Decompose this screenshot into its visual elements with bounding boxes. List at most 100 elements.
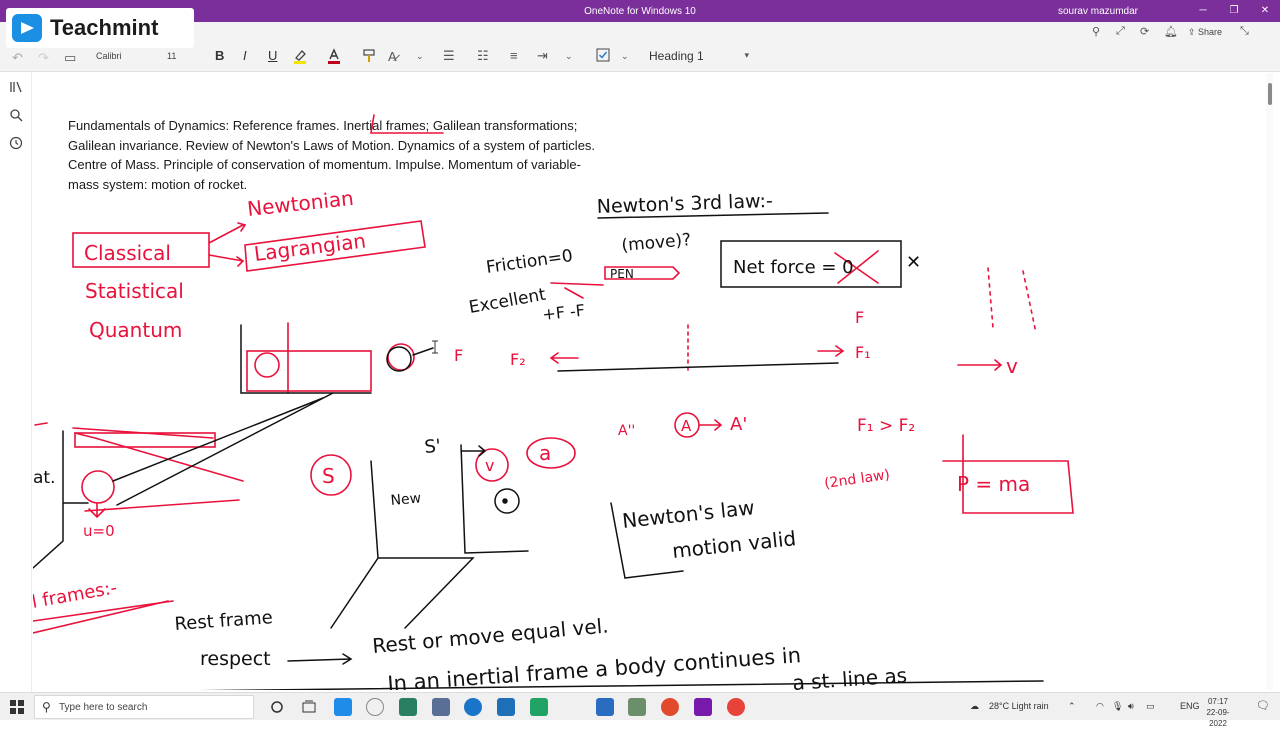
hw-newtons-3rd: Newton's 3rd law:- <box>596 190 773 218</box>
taskbar: ⚲ Type here to search ☁ 28°C Light rain … <box>0 692 1280 728</box>
numbering-icon[interactable]: ☷ <box>477 48 489 64</box>
hw-a-prime: A' <box>730 414 747 435</box>
chevron-down-icon: ▾ <box>744 50 749 60</box>
battery-icon[interactable]: ▭ <box>1146 701 1155 712</box>
clear-formatting-icon[interactable]: A̷ <box>388 49 397 64</box>
indent-icon[interactable]: ⇥ <box>537 48 548 64</box>
clipboard-icon[interactable]: ▭ <box>64 50 76 66</box>
font-name-box[interactable]: Calibri <box>96 51 122 61</box>
hw-friction: Friction=0 <box>485 246 574 278</box>
expand-icon[interactable]: ⤡ <box>1240 25 1249 38</box>
handwritten-ink-layer: Classical Newtonian Lagrangian Statistic… <box>33 114 1074 690</box>
hw-statistical: Statistical <box>85 279 184 303</box>
todo-checkbox-icon[interactable] <box>596 48 610 65</box>
hw-rest-or-move: Rest or move equal vel. <box>371 613 609 658</box>
text-cursor-icon <box>432 340 438 354</box>
hw-u0: u=0 <box>83 522 115 540</box>
volume-icon[interactable]: 🔊︎ <box>1128 701 1134 712</box>
minimize-button[interactable]: ─ <box>1190 3 1216 19</box>
hw-v-circle: v <box>485 456 494 475</box>
arrow-newtonian <box>208 222 247 244</box>
chevron-down-icon[interactable]: ⌄ <box>565 51 573 62</box>
mic-icon[interactable]: 🎙︎ <box>1112 701 1123 712</box>
style-dropdown[interactable]: Heading 1 ▾ <box>643 46 753 66</box>
scrollbar-thumb[interactable] <box>1268 83 1272 105</box>
search-icon[interactable]: ⚲ <box>1092 25 1100 38</box>
onenote-icon[interactable] <box>694 698 712 716</box>
underline-button[interactable]: U <box>268 48 277 63</box>
bell-icon[interactable]: 🔔︎ <box>1164 25 1178 38</box>
restore-button[interactable]: ❐ <box>1221 3 1247 19</box>
app-icon[interactable] <box>497 698 515 716</box>
font-color-icon[interactable] <box>327 48 341 67</box>
chrome-icon[interactable] <box>661 698 679 716</box>
font-size-box[interactable]: 11 <box>167 51 176 61</box>
bold-button[interactable]: B <box>215 48 224 63</box>
sketch-rect <box>74 432 216 448</box>
hw-f-top: F <box>855 308 864 327</box>
hw-newtonian: Newtonian <box>246 186 355 221</box>
note-page[interactable]: Fundamentals of Dynamics: Reference fram… <box>33 73 1273 690</box>
app-icon[interactable] <box>530 698 548 716</box>
hw-new: New <box>390 490 422 509</box>
hw-excellent: Excellent <box>467 285 547 318</box>
weather-icon[interactable]: ☁ <box>970 701 979 712</box>
task-view-icon[interactable] <box>302 700 316 714</box>
clock[interactable]: 07:17 22-09-2022 <box>1198 696 1238 729</box>
wifi-icon[interactable]: ◠ <box>1096 701 1104 712</box>
clock-date: 22-09-2022 <box>1206 708 1230 728</box>
bullets-icon[interactable]: ☰ <box>443 48 455 64</box>
share-button[interactable]: ⇪ Share <box>1188 27 1222 38</box>
undo-icon[interactable]: ↶ <box>12 50 23 66</box>
highlighter-icon[interactable] <box>293 48 307 67</box>
hw-pen: PEN <box>610 267 634 281</box>
recent-icon[interactable] <box>9 136 23 150</box>
mail-icon[interactable] <box>596 698 614 716</box>
cortana-icon[interactable] <box>270 700 284 714</box>
app-icon[interactable] <box>334 698 352 716</box>
hw-lagrangian: Lagrangian <box>253 228 368 266</box>
notifications-icon[interactable]: 🗨︎ <box>1256 699 1270 712</box>
vertical-scrollbar[interactable] <box>1266 73 1273 690</box>
app-icon[interactable] <box>399 698 417 716</box>
redo-icon[interactable]: ↷ <box>38 50 49 66</box>
chevron-up-icon[interactable]: ⌃ <box>1068 701 1076 712</box>
sync-icon[interactable]: ⟳ <box>1140 25 1149 38</box>
close-button[interactable]: ✕ <box>1252 3 1278 19</box>
clock-time: 07:17 <box>1207 697 1229 706</box>
chevron-down-icon[interactable]: ⌄ <box>621 51 629 62</box>
calculator-icon[interactable] <box>432 698 450 716</box>
ink-mark <box>370 114 444 134</box>
notebooks-icon[interactable] <box>9 80 23 94</box>
teachmint-logo-icon <box>12 14 42 42</box>
fullscreen-icon[interactable]: ⤢ <box>1116 25 1125 38</box>
hw-respect: respect <box>200 648 271 670</box>
language-indicator[interactable]: ENG <box>1180 701 1200 711</box>
edge-icon[interactable] <box>464 698 482 716</box>
weather-text[interactable]: 28°C Light rain <box>989 701 1049 711</box>
format-painter-icon[interactable] <box>362 48 376 67</box>
app-icon[interactable] <box>628 698 646 716</box>
teachmint-logo: Teachmint <box>6 8 194 48</box>
hw-newtons-law: Newton's law <box>621 495 756 533</box>
taskbar-search[interactable]: ⚲ Type here to search <box>34 695 254 719</box>
hw-rest-frame: Rest frame <box>174 607 274 635</box>
hw-p-ma: P = ma <box>957 472 1030 496</box>
teachmint-wordmark: Teachmint <box>50 15 159 40</box>
italic-button[interactable]: I <box>243 48 247 63</box>
hw-f-left: F <box>454 346 463 365</box>
windows-start-icon[interactable] <box>10 700 24 714</box>
app-icon[interactable] <box>366 698 384 716</box>
chrome-icon[interactable] <box>727 698 745 716</box>
hw-st-line: a st. line as <box>792 663 908 690</box>
chevron-down-icon[interactable]: ⌄ <box>416 51 424 62</box>
search-icon: ⚲ <box>42 700 51 714</box>
hw-at: at. <box>33 468 56 488</box>
hw-a-circle: A <box>681 417 692 435</box>
align-icon[interactable]: ≡ <box>510 48 518 63</box>
sketch-box <box>246 350 372 392</box>
user-name[interactable]: sourav mazumdar <box>1058 6 1138 17</box>
search-icon[interactable] <box>9 108 23 122</box>
hw-plus-f: +F -F <box>541 301 585 324</box>
hw-f1-gt-f2: F₁ > F₂ <box>857 416 915 436</box>
